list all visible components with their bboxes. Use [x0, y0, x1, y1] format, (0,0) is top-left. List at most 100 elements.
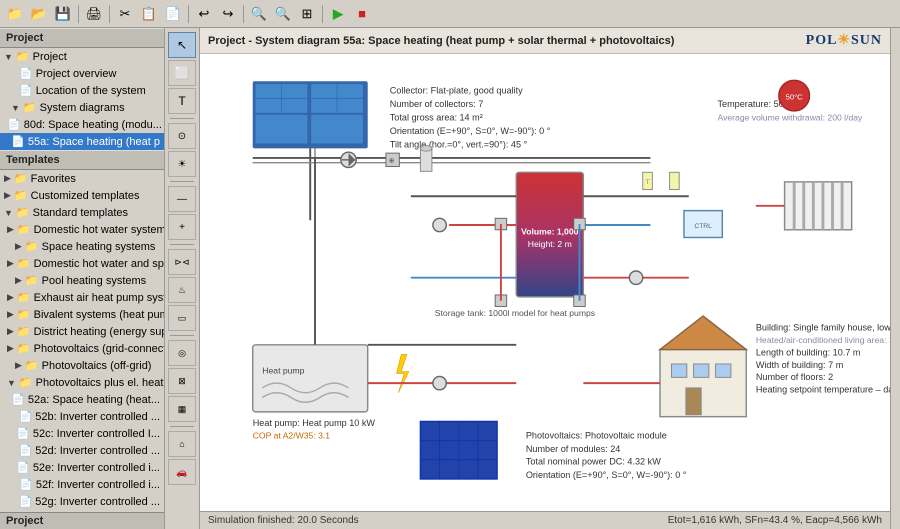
junction-tool[interactable]: + — [168, 214, 196, 240]
exp6: ▶ — [7, 309, 14, 320]
separator-1 — [78, 5, 79, 23]
exp4: ▶ — [15, 275, 22, 286]
solar-tool[interactable]: ☀ — [168, 151, 196, 177]
text-tool[interactable]: T — [168, 88, 196, 114]
expand-cust: ▶ — [4, 190, 11, 201]
redo-button[interactable]: ↪ — [217, 3, 239, 25]
copy-button[interactable]: 📋 — [138, 3, 160, 25]
hp-sub: COP at A2/W35: 3.1 — [253, 431, 331, 441]
exp7: ▶ — [7, 326, 14, 337]
new-button[interactable]: 📁 — [4, 3, 26, 25]
tree-item-pv-grid[interactable]: ▶ 📁 Photovoltaics (grid-connecte... — [0, 340, 164, 357]
52g-label: 52g: Inverter controlled ... — [35, 496, 160, 508]
pipe-tool[interactable]: — — [168, 186, 196, 212]
folder-icon: 📁 — [16, 50, 30, 63]
collector-line4: Orientation (E=+90°, S=0°, W=-90°): 0 ° — [390, 126, 551, 136]
tool-sep4 — [170, 335, 194, 336]
pv-grid-label: Photovoltaics (grid-connecte... — [34, 343, 164, 355]
tree-item-exhaust[interactable]: ▶ 📁 Exhaust air heat pump syste... — [0, 289, 164, 306]
diagram-canvas[interactable]: Collector: Flat-plate, good quality Numb… — [200, 54, 890, 511]
tool-sep2 — [170, 181, 194, 182]
building-line1: Building: Single family house, low-energ… — [756, 322, 890, 332]
exp3: ▶ — [7, 258, 14, 269]
tree-item-52b[interactable]: 📄 52b: Inverter controlled ... — [0, 408, 164, 425]
tank-tool[interactable]: ▭ — [168, 305, 196, 331]
tree-item-52a[interactable]: 📄 52a: Space heating (heat... — [0, 391, 164, 408]
zoom-out-button[interactable]: 🔍 — [272, 3, 294, 25]
print-button[interactable]: 🖨 — [83, 3, 105, 25]
fol9: 📁 — [25, 359, 39, 372]
tree-item-pv-plus[interactable]: ▼ 📁 Photovoltaics plus el. heat ge... — [0, 374, 164, 391]
tree-item-pv-off[interactable]: ▶ 📁 Photovoltaics (off-grid) — [0, 357, 164, 374]
tree-item-overview[interactable]: 📄 Project overview — [0, 65, 164, 82]
project-panel: Project ▼ 📁 Project 📄 Project overview 📄… — [0, 28, 164, 150]
tree-item-standard[interactable]: ▼ 📁 Standard templates — [0, 204, 164, 221]
diagram-title-bar: Project - System diagram 55a: Space heat… — [200, 28, 890, 54]
svg-text:50°C: 50°C — [786, 92, 804, 101]
fol1: 📁 — [17, 223, 31, 236]
tree-item-domestic-spa[interactable]: ▶ 📁 Domestic hot water and spa... — [0, 255, 164, 272]
save-button[interactable]: 💾 — [52, 3, 74, 25]
fit-button[interactable]: ⊞ — [296, 3, 318, 25]
fi52g: 📄 — [19, 495, 33, 508]
zoom-in-button[interactable]: 🔍 — [248, 3, 270, 25]
tree-item-80d[interactable]: 📄 80d: Space heating (modu... — [0, 116, 164, 133]
control-tool[interactable]: ⊠ — [168, 368, 196, 394]
separator-4 — [243, 5, 244, 23]
exp5: ▶ — [7, 292, 14, 303]
exhaust-label: Exhaust air heat pump syste... — [34, 292, 164, 304]
tree-item-project[interactable]: ▼ 📁 Project — [0, 48, 164, 65]
tree-item-customized[interactable]: ▶ 📁 Customized templates — [0, 187, 164, 204]
52e-label: 52e: Inverter controlled i... — [33, 462, 160, 474]
tree-item-52c[interactable]: 📄 52c: Inverter controlled I... — [0, 425, 164, 442]
building-line5: Number of floors: 2 — [756, 372, 833, 382]
svg-text:Volume: 1,000: Volume: 1,000 — [521, 227, 578, 237]
rect-tool[interactable]: ⬜ — [168, 60, 196, 86]
expand-icon: ▼ — [4, 52, 13, 62]
collector-line1: Collector: Flat-plate, good quality — [390, 86, 523, 96]
select-tool[interactable]: ↖ — [168, 32, 196, 58]
fol3: 📁 — [17, 257, 31, 270]
pv-plus-label: Photovoltaics plus el. heat ge... — [36, 377, 164, 389]
open-button[interactable]: 📂 — [28, 3, 50, 25]
fol8: 📁 — [17, 342, 31, 355]
tree-item-location[interactable]: 📄 Location of the system — [0, 82, 164, 99]
tree-item-52d[interactable]: 📄 52d: Inverter controlled ... — [0, 442, 164, 459]
tree-item-domestic-hot[interactable]: ▶ 📁 Domestic hot water systems — [0, 221, 164, 238]
diagram-svg: Collector: Flat-plate, good quality Numb… — [200, 54, 890, 511]
space-heating-label: Space heating systems — [42, 241, 156, 253]
stop-button[interactable]: ■ — [351, 3, 373, 25]
pv-tool[interactable]: ▦ — [168, 396, 196, 422]
cut-button[interactable]: ✂ — [114, 3, 136, 25]
run-button[interactable]: ▶ — [327, 3, 349, 25]
paste-button[interactable]: 📄 — [162, 3, 184, 25]
heat-tool[interactable]: ♨ — [168, 277, 196, 303]
expand-icon2: ▼ — [11, 103, 20, 113]
tree-item-pool[interactable]: ▶ 📁 Pool heating systems — [0, 272, 164, 289]
tree-item-sysdiagrams[interactable]: ▼ 📁 System diagrams — [0, 99, 164, 116]
tree-item-55a[interactable]: 📄 55a: Space heating (heat p — [0, 133, 164, 150]
pump-tool[interactable]: ⊙ — [168, 123, 196, 149]
sensor-tool[interactable]: ◎ — [168, 340, 196, 366]
building-tool[interactable]: ⌂ — [168, 431, 196, 457]
right-scrollbar[interactable] — [890, 28, 900, 529]
diagram-area: Project - System diagram 55a: Space heat… — [200, 28, 890, 529]
tree-item-bivalent[interactable]: ▶ 📁 Bivalent systems (heat pump... — [0, 306, 164, 323]
undo-button[interactable]: ↩ — [193, 3, 215, 25]
tree-item-52e[interactable]: 📄 52e: Inverter controlled i... — [0, 459, 164, 476]
tree-item-favorites[interactable]: ▶ 📁 Favorites — [0, 170, 164, 187]
tree-item-space-heating[interactable]: ▶ 📁 Space heating systems — [0, 238, 164, 255]
folder-icon2: 📁 — [23, 101, 37, 114]
valve-tool[interactable]: ⊳⊲ — [168, 249, 196, 275]
car-tool[interactable]: 🚗 — [168, 459, 196, 485]
temp-sub: Average volume withdrawal: 200 l/day — [718, 113, 864, 123]
storage-label: Storage tank: 1000l model for heat pumps — [435, 308, 595, 318]
tree-item-52f[interactable]: 📄 52f: Inverter controlled i... — [0, 476, 164, 493]
tree-item-district[interactable]: ▶ 📁 District heating (energy supp... — [0, 323, 164, 340]
tree-item-52g[interactable]: 📄 52g: Inverter controlled ... — [0, 493, 164, 510]
fi52e: 📄 — [16, 461, 30, 474]
exp2: ▶ — [15, 241, 22, 252]
customized-label: Customized templates — [31, 190, 140, 202]
sysdiagrams-label: System diagrams — [40, 102, 125, 114]
52d-label: 52d: Inverter controlled ... — [35, 445, 160, 457]
